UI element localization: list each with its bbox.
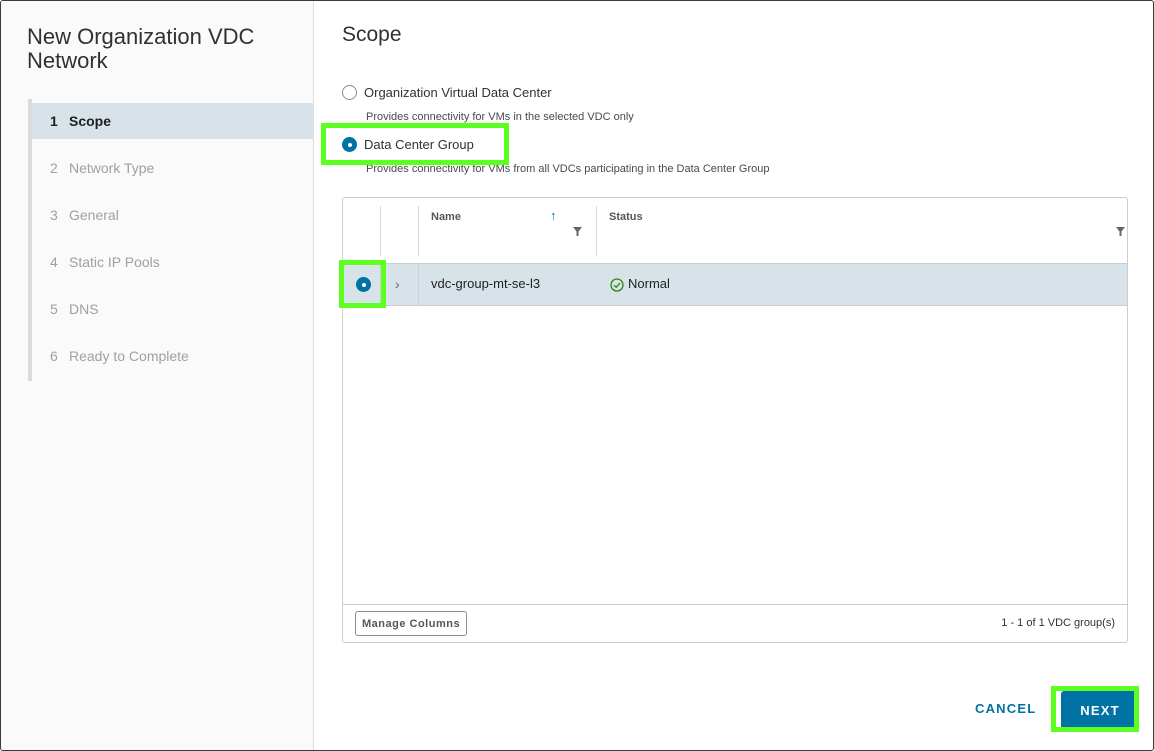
wizard-sidebar: New Organization VDC Network 1 Scope 2 N… bbox=[1, 1, 314, 750]
step-general[interactable]: 3 General bbox=[32, 197, 314, 233]
step-dns[interactable]: 5 DNS bbox=[32, 291, 314, 327]
filter-icon[interactable] bbox=[573, 227, 582, 236]
manage-columns-button[interactable]: Manage Columns bbox=[355, 611, 468, 636]
next-button[interactable]: NEXT bbox=[1061, 691, 1139, 729]
row-select-radio[interactable] bbox=[356, 277, 371, 292]
column-separator bbox=[380, 206, 381, 256]
column-separator bbox=[418, 206, 419, 256]
datagrid-footer: Manage Columns 1 - 1 of 1 VDC group(s) bbox=[343, 604, 1127, 642]
step-network-type[interactable]: 2 Network Type bbox=[32, 150, 314, 186]
radio-description: Provides connectivity for VMs in the sel… bbox=[366, 111, 634, 123]
wizard-dialog: New Organization VDC Network 1 Scope 2 N… bbox=[0, 0, 1154, 751]
page-title: Scope bbox=[342, 23, 402, 46]
column-separator bbox=[418, 264, 419, 306]
wizard-title: New Organization VDC Network bbox=[27, 24, 255, 73]
step-label: Static IP Pools bbox=[69, 254, 160, 270]
step-static-ip-pools[interactable]: 4 Static IP Pools bbox=[32, 244, 314, 280]
step-number: 3 bbox=[50, 207, 58, 223]
cell-status: Normal bbox=[628, 276, 670, 291]
datagrid-header: Name ↑ Status bbox=[343, 198, 1127, 264]
step-label: Network Type bbox=[69, 160, 155, 176]
pagination-count: 1 - 1 of 1 VDC group(s) bbox=[1001, 617, 1115, 629]
wizard-steps: 1 Scope 2 Network Type 3 General 4 Stati… bbox=[28, 99, 314, 381]
cell-name: vdc-group-mt-se-l3 bbox=[431, 276, 541, 291]
radio-description: Provides connectivity for VMs from all V… bbox=[366, 163, 770, 175]
column-header-status[interactable]: Status bbox=[609, 211, 643, 223]
step-label: Scope bbox=[69, 113, 112, 129]
step-number: 6 bbox=[50, 348, 58, 364]
radio-label: Data Center Group bbox=[364, 137, 474, 152]
step-label: DNS bbox=[69, 301, 99, 317]
column-separator bbox=[380, 264, 381, 306]
step-number: 2 bbox=[50, 160, 58, 176]
vdc-group-datagrid: Name ↑ Status › vdc-group-mt-se-l3 Norma… bbox=[339, 197, 1128, 643]
radio-org-vdc[interactable]: Organization Virtual Data Center bbox=[342, 85, 552, 100]
radio-icon[interactable] bbox=[342, 85, 357, 100]
column-header-name[interactable]: Name bbox=[431, 211, 461, 223]
step-label: General bbox=[69, 207, 119, 223]
wizard-main: Scope Organization Virtual Data Center P… bbox=[315, 1, 1153, 750]
table-row[interactable]: › vdc-group-mt-se-l3 Normal bbox=[343, 264, 1127, 306]
step-number: 1 bbox=[50, 113, 58, 129]
radio-data-center-group[interactable]: Data Center Group bbox=[342, 137, 474, 152]
chevron-right-icon[interactable]: › bbox=[395, 276, 409, 292]
radio-label: Organization Virtual Data Center bbox=[364, 85, 552, 100]
step-number: 5 bbox=[50, 301, 58, 317]
cancel-button[interactable]: CANCEL bbox=[975, 701, 1036, 716]
step-ready-to-complete[interactable]: 6 Ready to Complete bbox=[32, 338, 314, 374]
step-number: 4 bbox=[50, 254, 58, 270]
radio-icon[interactable] bbox=[342, 137, 357, 152]
step-scope[interactable]: 1 Scope bbox=[32, 103, 314, 139]
filter-icon[interactable] bbox=[1116, 227, 1125, 236]
column-separator bbox=[596, 206, 597, 256]
step-label: Ready to Complete bbox=[69, 348, 189, 364]
check-circle-icon bbox=[610, 278, 624, 292]
sort-ascending-icon[interactable]: ↑ bbox=[550, 209, 557, 222]
